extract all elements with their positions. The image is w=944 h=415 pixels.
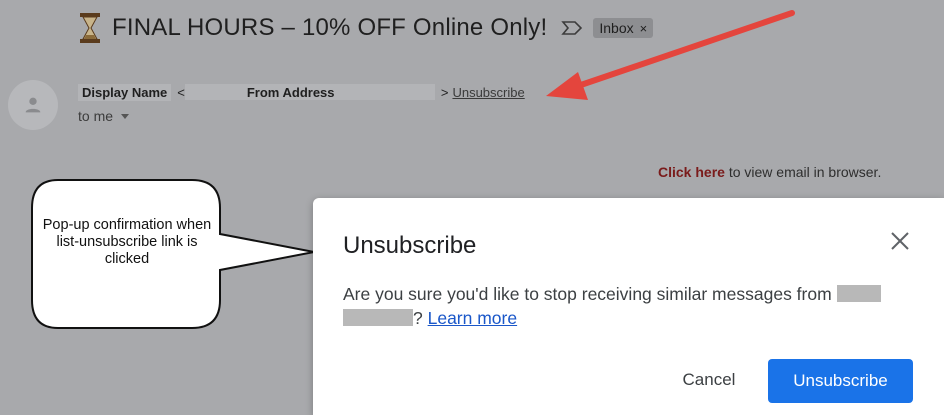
cancel-button[interactable]: Cancel [669,360,749,400]
unsubscribe-dialog: Unsubscribe Are you sure you'd like to s… [313,198,944,415]
close-icon[interactable] [887,228,913,254]
redacted-sender-part-2 [343,309,413,326]
redacted-sender-part-1 [836,285,881,302]
dialog-message: Are you sure you'd like to stop receivin… [343,282,913,330]
annotation-callout-text: Pop-up confirmation when list-unsubscrib… [42,217,212,267]
dialog-message-prefix: Are you sure you'd like to stop receivin… [343,284,837,304]
dialog-message-suffix: ? [413,308,428,328]
confirm-unsubscribe-button[interactable]: Unsubscribe [768,359,913,403]
learn-more-link[interactable]: Learn more [428,308,518,328]
dialog-title: Unsubscribe [343,232,477,259]
